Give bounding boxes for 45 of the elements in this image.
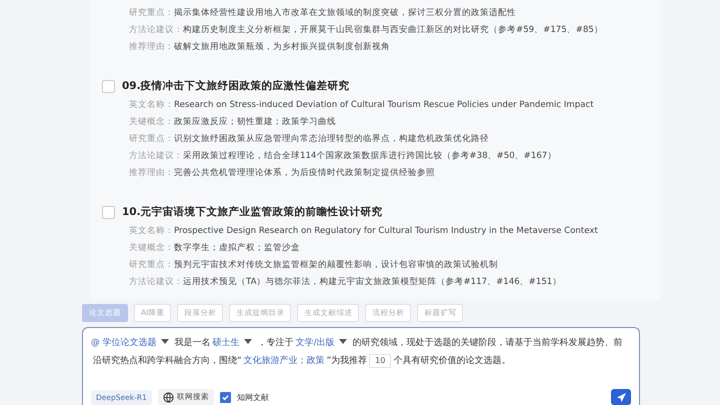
field-label: 研究重点： bbox=[129, 8, 174, 18]
field-value: 识别文旅纾困政策从应急管理向常态治理转型的临界点，构建危机政策优化路径 bbox=[174, 134, 489, 144]
field-label: 方法论建议： bbox=[129, 277, 183, 287]
send-button[interactable] bbox=[611, 389, 631, 405]
prompt-text: ，专注于 bbox=[258, 338, 294, 348]
globe-icon bbox=[162, 392, 174, 402]
prompt-dropdown[interactable]: @ 学位论文选题 bbox=[91, 338, 173, 348]
field-label: 研究重点： bbox=[129, 260, 174, 270]
field-label: 英文名称： bbox=[129, 100, 174, 110]
prompt-dropdown[interactable]: 文学/出版 bbox=[296, 338, 351, 348]
prompt-keyword[interactable]: 文化旅游产业；政策 bbox=[244, 356, 325, 366]
field-label: 推荐理由： bbox=[129, 168, 174, 178]
topic-title: 10.元宇宙语境下文旅产业监管政策的前瞻性设计研究 bbox=[122, 205, 383, 219]
prompt-text: 个具有研究价值的论文选题。 bbox=[393, 356, 510, 366]
field-value: 采用政策过程理论，结合全球114个国家政策数据库进行跨国比较（参考#38、#50、#167） bbox=[183, 151, 556, 161]
field-value: 预判元宇宙技术对传统文旅监管框架的颠覆性影响，设计包容审慎的政策试验机制 bbox=[174, 260, 498, 270]
field-label: 英文名称： bbox=[129, 226, 174, 236]
field-value: 破解文旅用地政策瓶颈，为乡村振兴提供制度创新视角 bbox=[174, 42, 390, 52]
field-value: Prospective Design Research on Regulatory for Cultural Tourism Industry in the Metaverse Context bbox=[174, 226, 598, 236]
prompt-text: ”为我推荐 bbox=[326, 356, 368, 366]
count-field[interactable]: 10 bbox=[369, 354, 392, 368]
checkbox-label: 知网文献 bbox=[236, 392, 269, 402]
send-icon bbox=[616, 392, 626, 402]
caret-icon bbox=[160, 339, 169, 344]
prompt-text: 我是一名 bbox=[174, 338, 211, 348]
prompt-text: 沿研究热点和跨学科融合方向，围绕“ bbox=[93, 356, 242, 366]
field-value: 构建历史制度主义分析框架，开展莫干山民宿集群与西安曲江新区的对比研究（参考#59、#175、#85） bbox=[183, 25, 603, 35]
caret-icon bbox=[338, 339, 347, 344]
field-label: 方法论建议： bbox=[129, 25, 183, 35]
topic-title: 09.疫情冲击下文旅纾困政策的应激性偏差研究 bbox=[122, 79, 350, 93]
checkbox[interactable] bbox=[220, 392, 231, 402]
field-value: 运用技术预见（TA）与德尔菲法，构建元宇宙文旅政策模型矩阵（参考#117、#146、#151） bbox=[183, 277, 562, 287]
prompt-text: 的研究领域，现处于选题的关键阶段，请基于当前学科发展趋势、前 bbox=[352, 338, 623, 348]
field-label: 关键概念： bbox=[129, 243, 174, 253]
prompt-dropdown[interactable]: 硕士生 bbox=[212, 338, 256, 348]
field-label: 推荐理由： bbox=[129, 42, 174, 52]
field-label: 关键概念： bbox=[129, 117, 174, 127]
field-value: 揭示集体经营性建设用地入市改革在文旅领域的制度突破，探讨三权分置的政策适配性 bbox=[174, 8, 516, 18]
field-label: 研究重点： bbox=[129, 134, 174, 144]
field-value: 政策应激反应；韧性重建；政策学习曲线 bbox=[174, 117, 336, 127]
field-value: 完善公共危机管理理论体系，为后疫情时代政策制定提供经验参照 bbox=[174, 168, 435, 178]
field-value: 数字孪生；虚拟产权；监管沙盒 bbox=[174, 243, 300, 253]
field-value: Research on Stress-induced Deviation of Cultural Tourism Rescue Policies under Pandemic Impact bbox=[174, 100, 594, 110]
field-label: 方法论建议： bbox=[129, 151, 183, 161]
caret-icon bbox=[244, 339, 252, 344]
